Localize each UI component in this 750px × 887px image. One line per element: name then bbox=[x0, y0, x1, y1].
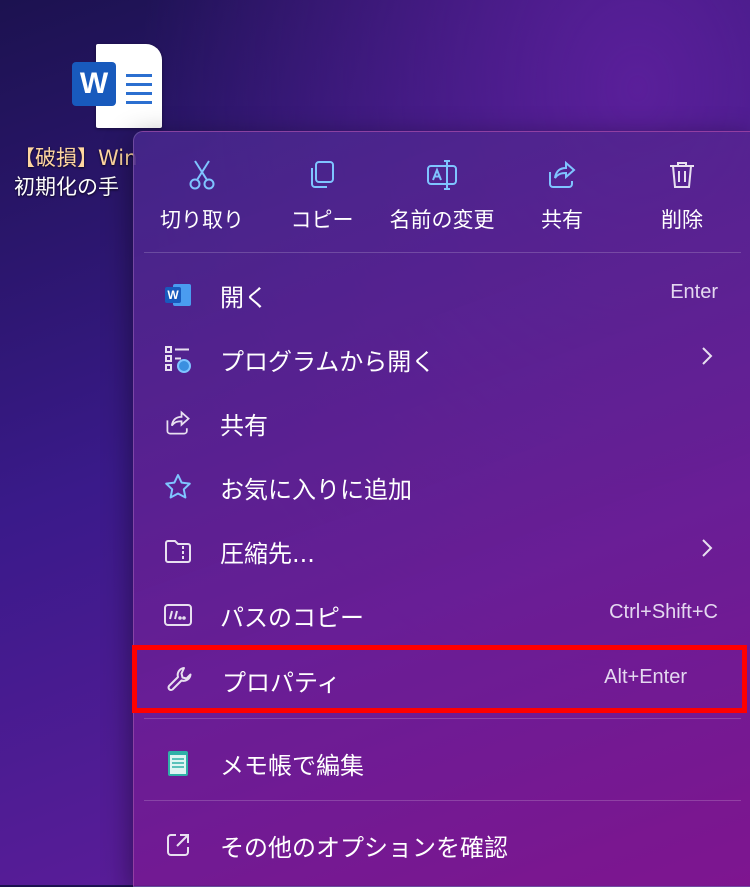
cut-label: 切り取り bbox=[160, 208, 244, 232]
menu-item-label: メモ帳で編集 bbox=[220, 752, 364, 780]
rename-icon bbox=[382, 158, 502, 192]
menu-item-add-favorite[interactable]: お気に入りに追加 bbox=[134, 456, 750, 516]
chevron-right-icon bbox=[701, 538, 713, 558]
rename-label: 名前の変更 bbox=[389, 208, 495, 232]
menu-item-label: その他のオプションを確認 bbox=[220, 834, 508, 862]
menu-item-share[interactable]: 共有 bbox=[134, 392, 750, 452]
menu-item-label: プロパティ bbox=[222, 669, 341, 697]
menu-item-open[interactable]: W 開く Enter bbox=[134, 264, 750, 324]
copy-label: コピー bbox=[290, 208, 354, 232]
divider bbox=[144, 800, 741, 801]
menu-item-edit-notepad[interactable]: メモ帳で編集 bbox=[134, 732, 750, 792]
context-menu: 切り取り コピー 名前の変更 共有 削除 W 開く Enter プログラムから開… bbox=[132, 131, 750, 887]
share-icon bbox=[502, 158, 622, 192]
shortcut-text: Ctrl+Shift+C bbox=[609, 601, 718, 623]
delete-label: 削除 bbox=[661, 208, 703, 232]
chevron-right-icon bbox=[701, 346, 713, 366]
menu-item-label: お気に入りに追加 bbox=[220, 476, 412, 504]
word-badge: W bbox=[72, 62, 116, 106]
menu-item-copy-path[interactable]: パスのコピー Ctrl+Shift+C bbox=[134, 584, 750, 644]
svg-text:W: W bbox=[167, 288, 179, 302]
open-with-icon bbox=[162, 343, 194, 375]
rename-button[interactable]: 名前の変更 bbox=[382, 132, 502, 252]
share-button[interactable]: 共有 bbox=[502, 132, 622, 252]
trash-icon bbox=[622, 158, 742, 192]
context-menu-toolbar: 切り取り コピー 名前の変更 共有 削除 bbox=[134, 132, 750, 252]
copy-button[interactable]: コピー bbox=[262, 132, 382, 252]
external-link-icon bbox=[162, 829, 194, 861]
copy-icon bbox=[262, 158, 382, 192]
menu-item-label: プログラムから開く bbox=[220, 348, 436, 376]
shortcut-text: Enter bbox=[670, 281, 718, 303]
zip-folder-icon bbox=[162, 535, 194, 567]
menu-item-more-options[interactable]: その他のオプションを確認 bbox=[134, 814, 750, 874]
menu-item-label: 圧縮先... bbox=[220, 540, 315, 568]
menu-item-properties[interactable]: プロパティ Alt+Enter bbox=[132, 645, 747, 713]
wrench-icon bbox=[164, 664, 196, 696]
shortcut-text: Alt+Enter bbox=[604, 666, 687, 688]
word-app-icon: W bbox=[162, 279, 194, 311]
notepad-icon bbox=[162, 747, 194, 779]
menu-item-label: 共有 bbox=[220, 412, 268, 440]
menu-item-open-with[interactable]: プログラムから開く bbox=[134, 328, 750, 388]
scissors-icon bbox=[142, 158, 262, 192]
menu-item-label: パスのコピー bbox=[220, 604, 364, 632]
copy-path-icon bbox=[162, 599, 194, 631]
menu-item-compress[interactable]: 圧縮先... bbox=[134, 520, 750, 580]
share-label: 共有 bbox=[541, 208, 583, 232]
divider bbox=[144, 252, 741, 253]
star-icon bbox=[162, 471, 194, 503]
cut-button[interactable]: 切り取り bbox=[142, 132, 262, 252]
menu-item-label: 開く bbox=[220, 284, 268, 312]
share-icon bbox=[162, 407, 194, 439]
delete-button[interactable]: 削除 bbox=[622, 132, 742, 252]
divider bbox=[144, 718, 741, 719]
